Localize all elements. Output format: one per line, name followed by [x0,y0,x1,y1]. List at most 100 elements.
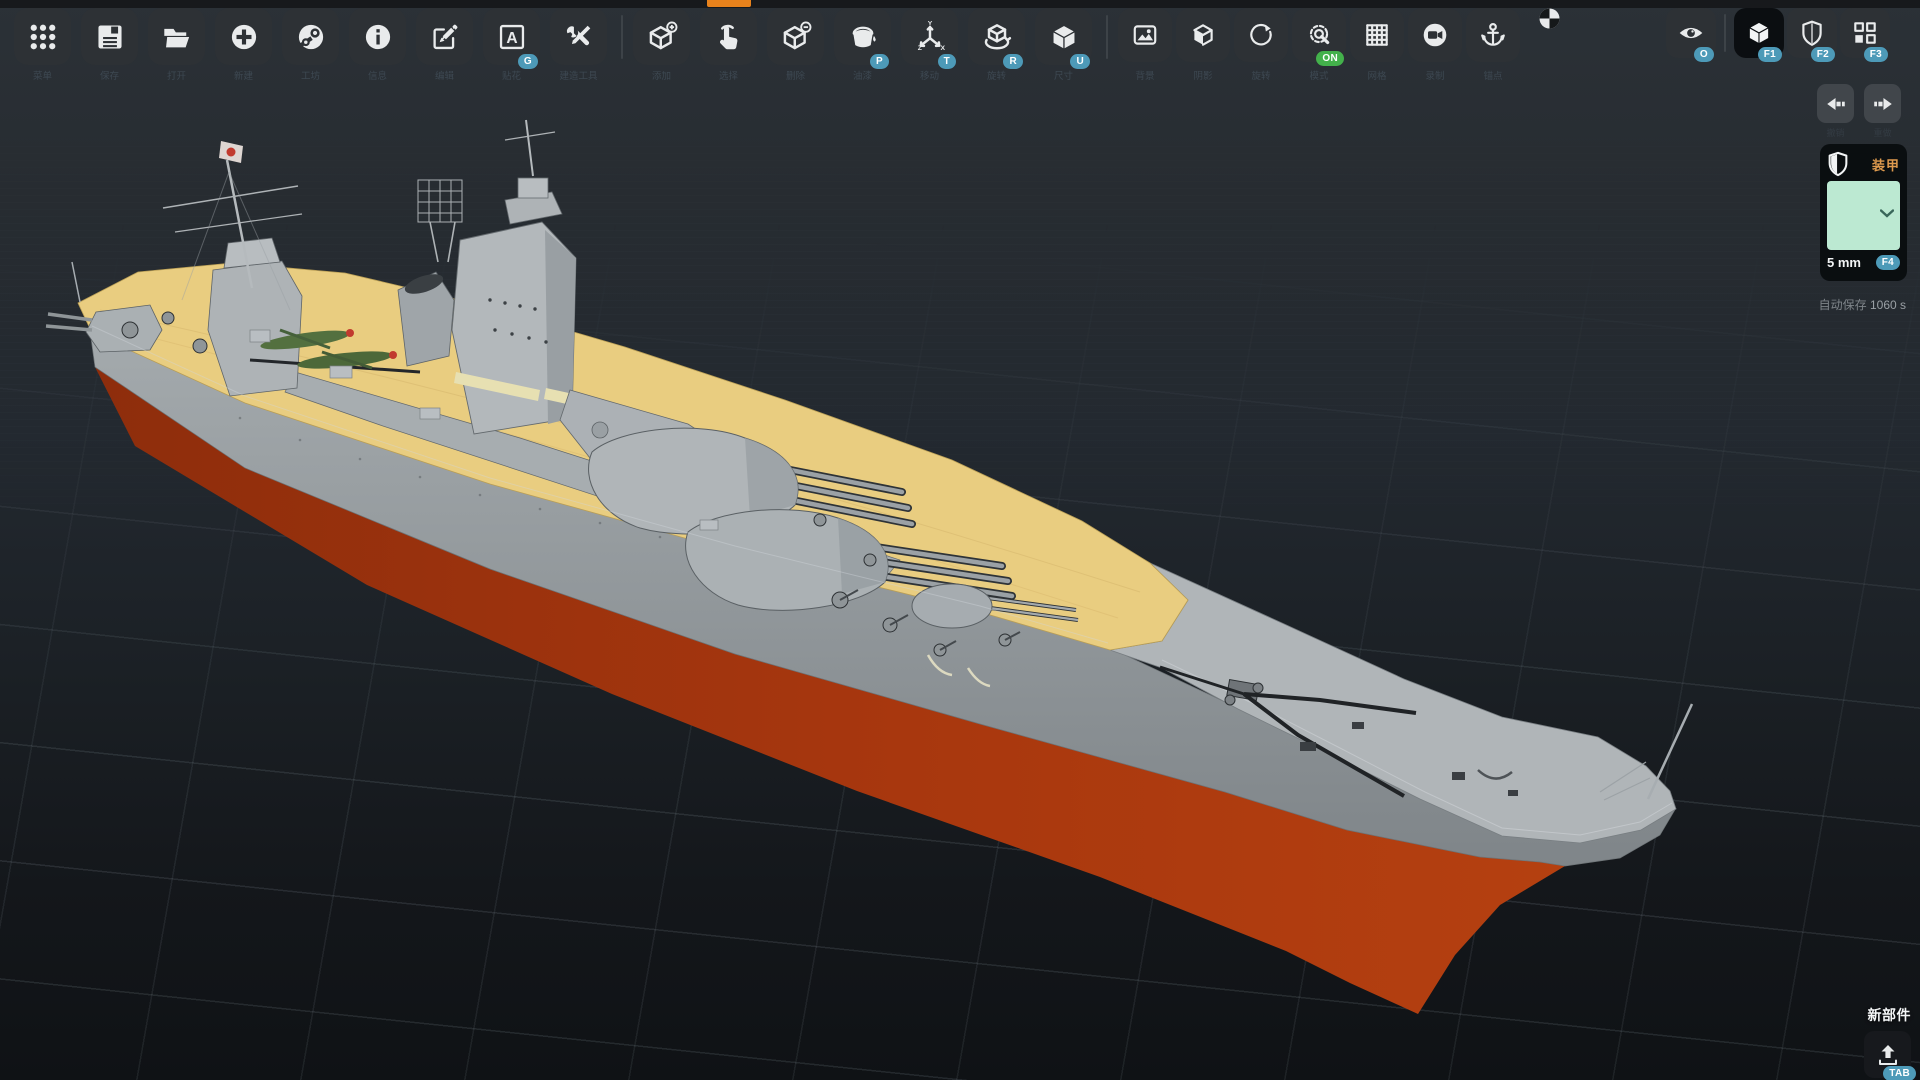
scale-shortcut-badge: U [1070,54,1090,69]
floor-grid-cross [0,0,1920,1080]
svg-text:Z: Z [917,44,921,51]
rotate-block-button[interactable]: R [968,8,1025,65]
select-label: 选择 [692,68,765,82]
menu-label: 菜单 [6,68,79,82]
modules-icon [1851,19,1879,47]
info-button[interactable] [349,8,406,65]
armor-mode-shortcut-badge: F2 [1811,47,1835,62]
workshop-label: 工坊 [274,68,347,82]
shadow-button[interactable] [1176,8,1230,62]
edit-button[interactable] [416,8,473,65]
remove-block-button[interactable] [767,8,824,65]
workshop-button[interactable] [282,8,339,65]
decal-shortcut-badge: G [518,54,538,69]
armor-mode-button[interactable]: F2 [1787,8,1837,58]
anchor-icon [1479,21,1507,49]
paint-button[interactable]: P [834,8,891,65]
camera-button[interactable] [1408,8,1462,62]
visibility-shortcut-badge: O [1694,47,1714,62]
undo-label: 撤销 [1817,126,1854,139]
image-icon [1131,21,1159,49]
paint-shortcut-badge: P [870,54,889,69]
save-button[interactable] [81,8,138,65]
decal-button[interactable]: A G [483,8,540,65]
new-part-label: 新部件 [1791,1005,1911,1025]
svg-text:X: X [940,44,945,51]
plus-circle-icon [229,22,259,52]
info-icon [363,22,393,52]
cube-minus-icon [780,21,812,53]
settings-button[interactable]: ON [1292,8,1346,62]
menu-button[interactable] [14,8,71,65]
paint-bucket-icon [848,22,878,52]
armor-panel-title: 装甲 [1872,155,1900,174]
new-part-area: 新部件 TAB [1791,1005,1911,1078]
anchor-button[interactable] [1466,8,1520,62]
new-part-button[interactable]: TAB [1864,1031,1911,1078]
open-folder-icon [162,22,192,52]
eye-icon [1677,19,1705,47]
build-mode-shortcut-badge: F1 [1758,47,1782,62]
autosave-value: 1060 s [1870,298,1906,312]
open-button[interactable] [148,8,205,65]
toolbar-separator [621,15,623,59]
undo-arrow-icon [1824,92,1848,116]
build-tools-button[interactable] [550,8,607,65]
translate-shortcut-badge: T [938,54,956,69]
armor-material-dropdown[interactable] [1827,181,1900,250]
grid-menu-icon [28,22,58,52]
new-part-shortcut-badge: TAB [1883,1066,1916,1080]
grid-button[interactable] [1350,8,1404,62]
cube-plus-icon [646,21,678,53]
scale-label: 尺寸 [1027,68,1100,82]
paint-label: 油漆 [826,68,899,82]
new-label: 新建 [207,68,280,82]
redo-button[interactable]: 重做 [1864,84,1901,123]
rotate-shortcut-badge: R [1003,54,1023,69]
rotate-cube-icon [981,21,1013,53]
decal-label: 贴花 [475,68,548,82]
axes-icon: Y Z X [914,21,946,53]
mode-toolbar: O F1 F2 F3 [1666,8,1893,58]
redo-label: 重做 [1864,126,1901,139]
autosave-status: 自动保存 1060 s [1819,296,1906,313]
toolbar-separator [1724,14,1726,52]
battleship-model [0,0,1920,1080]
center-of-mass-marker [1538,7,1561,35]
gear-wrench-icon [1305,21,1333,49]
build-tools-label: 建造工具 [542,68,615,82]
steam-icon [296,22,326,52]
undo-button[interactable]: 撤销 [1817,84,1854,123]
armor-shield-icon [1827,151,1849,177]
parts-mode-button[interactable]: F3 [1840,8,1890,58]
main-toolbar: 菜单 保存 打开 新建 工坊 [14,8,1524,65]
edit-pencil-icon [430,22,460,52]
toolbar-separator [1106,15,1108,59]
3d-viewport[interactable]: 菜单 保存 打开 新建 工坊 [0,0,1920,1080]
add-block-label: 添加 [625,68,698,82]
scale-button[interactable]: U [1035,8,1092,65]
parts-mode-shortcut-badge: F3 [1864,47,1888,62]
settings-on-badge: ON [1316,51,1344,66]
water-striations [0,90,1920,560]
add-block-button[interactable] [633,8,690,65]
translate-button[interactable]: Y Z X T [901,8,958,65]
upload-arrow-icon [1875,1042,1901,1068]
active-tool-indicator [707,0,751,7]
letter-a-icon: A [497,22,527,52]
new-button[interactable] [215,8,272,65]
background-button[interactable] [1118,8,1172,62]
turntable-button[interactable] [1234,8,1288,62]
visibility-button[interactable]: O [1666,8,1716,58]
grid-icon [1363,21,1391,49]
autosave-label: 自动保存 [1819,298,1867,312]
redo-arrow-icon [1871,92,1895,116]
edit-label: 编辑 [408,68,481,82]
hand-pointer-icon [713,21,745,53]
svg-text:Y: Y [927,21,932,27]
build-mode-button[interactable]: F1 [1734,8,1784,58]
save-label: 保存 [73,68,146,82]
top-strip [0,0,1920,8]
camera-icon [1421,21,1449,49]
select-button[interactable] [700,8,757,65]
